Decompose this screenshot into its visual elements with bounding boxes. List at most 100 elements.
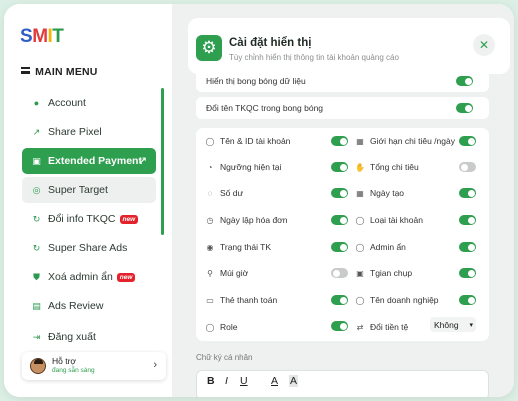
- toggle-role[interactable]: [331, 321, 348, 331]
- new-badge: new: [119, 214, 139, 224]
- toggle-timezone[interactable]: [331, 268, 348, 278]
- user-icon: ◯: [205, 136, 215, 146]
- toggle-hidden-admin[interactable]: [459, 242, 476, 252]
- toggle-total-spend[interactable]: [459, 162, 476, 172]
- toggle-current-threshold[interactable]: [331, 162, 348, 172]
- field-current-threshold: ◔ Ngưỡng hiện tại: [205, 160, 282, 174]
- toggle-billing-date[interactable]: [331, 215, 348, 225]
- toggle-payment-card[interactable]: [331, 295, 348, 305]
- close-icon: ✕: [478, 38, 490, 52]
- field-hidden-admin: ◯ Admin ẩn: [355, 242, 406, 252]
- field-balance: ◌ Số dư: [205, 186, 244, 200]
- status-icon: ◉: [206, 242, 214, 252]
- refresh-icon: ↻: [32, 213, 41, 224]
- field-currency-change: ⇄ Đổi tiền tệ: [356, 322, 409, 332]
- smit-logo[interactable]: SMIT: [20, 26, 64, 48]
- field-total-spend: ✋ Tổng chi tiêu: [355, 162, 419, 172]
- bold-button[interactable]: B: [207, 375, 215, 387]
- sidebar: SMIT MAIN MENU ● Account ↗ Share Pixel ▣…: [4, 4, 172, 397]
- signature-editor[interactable]: B I U A A: [196, 370, 489, 397]
- gauge-icon: ◔: [207, 162, 213, 172]
- toggle-row-rename-in-bubble: Đổi tên TKQC trong bong bóng: [196, 97, 489, 119]
- toggle-switch[interactable]: [456, 76, 473, 86]
- menu-icon: [21, 67, 30, 74]
- toggle-capture-time[interactable]: [459, 268, 476, 278]
- new-badge: new: [116, 272, 136, 282]
- close-button[interactable]: ✕: [473, 34, 495, 56]
- italic-button[interactable]: I: [225, 375, 228, 387]
- arrow-up-right-icon: ↗: [138, 155, 147, 167]
- sidebar-item-super-share-ads[interactable]: ↻ Super Share Ads: [22, 235, 156, 261]
- field-created-date: ▦ Ngày tạo: [356, 188, 405, 198]
- sidebar-item-xoa-admin-an[interactable]: ⛊ Xoá admin ẩn new: [22, 264, 156, 290]
- chevron-right-icon: ›: [153, 359, 157, 371]
- currency-select[interactable]: Không ▾: [430, 317, 476, 332]
- calendar-icon: ▦: [356, 188, 364, 198]
- page-subtitle: Tùy chỉnh hiển thị thông tin tài khoản q…: [229, 53, 399, 62]
- calendar-icon: ▦: [356, 136, 364, 146]
- gear-icon: ⚙: [196, 35, 222, 61]
- sidebar-item-extended-payment[interactable]: ▣ Extended Payment ↗: [22, 148, 156, 174]
- sidebar-item-account[interactable]: ● Account: [22, 90, 156, 116]
- field-business-name: ◯ Tên doanh nghiệp: [355, 295, 439, 305]
- field-account-type: ◯ Loại tài khoản: [355, 215, 423, 225]
- chevron-down-icon: ▾: [469, 321, 473, 329]
- wallet-icon: ▣: [32, 155, 41, 166]
- signature-label: Chữ ký cá nhân: [196, 353, 253, 362]
- field-account-name-id: ◯ Tên & ID tài khoản: [205, 136, 291, 146]
- currency-icon: ⇄: [356, 322, 364, 332]
- field-timezone: ⚲ Múi giờ: [205, 266, 248, 280]
- clock-icon: ◷: [206, 215, 214, 225]
- business-icon: ◯: [355, 295, 365, 305]
- app-window: SMIT MAIN MENU ● Account ↗ Share Pixel ▣…: [4, 4, 514, 397]
- toggle-daily-spend-limit[interactable]: [459, 136, 476, 146]
- display-settings-panel: ⚙ Cài đặt hiển thị Tùy chỉnh hiển thị th…: [172, 4, 514, 397]
- user-hidden-icon: ◯: [355, 242, 365, 252]
- page-title: Cài đặt hiển thị: [229, 37, 312, 49]
- field-role: ◯ Role: [205, 322, 238, 332]
- background-color-button[interactable]: A: [289, 375, 299, 387]
- toggle-row-show-bubble: Hiển thị bong bóng dữ liệu: [196, 70, 489, 92]
- toggle-created-date[interactable]: [459, 188, 476, 198]
- support-button[interactable]: Hỗ trợ đang sẵn sàng ›: [22, 352, 166, 380]
- menu-title: MAIN MENU: [21, 66, 98, 78]
- card-icon: ▭: [206, 295, 214, 305]
- support-title: Hỗ trợ: [52, 356, 76, 366]
- user-icon: ◯: [205, 322, 215, 332]
- toggle-account-status[interactable]: [331, 242, 348, 252]
- sidebar-item-dang-xuat[interactable]: ⇥ Đăng xuất: [22, 324, 156, 350]
- account-type-icon: ◯: [355, 215, 365, 225]
- sidebar-item-ads-review[interactable]: ▤ Ads Review: [22, 293, 156, 319]
- field-daily-spend-limit: ▦ Giới hạn chi tiêu /ngày: [356, 136, 455, 146]
- user-icon: ●: [33, 98, 40, 108]
- coins-icon: ◌: [207, 188, 213, 198]
- target-icon: ◎: [32, 184, 41, 195]
- toggle-balance[interactable]: [331, 188, 348, 198]
- panel-header: ⚙ Cài đặt hiển thị Tùy chỉnh hiển thị th…: [188, 18, 510, 74]
- toggle-account-type[interactable]: [459, 215, 476, 225]
- hand-coins-icon: ✋: [355, 162, 365, 172]
- field-toggle-grid: ◯ Tên & ID tài khoản ◔ Ngưỡng hiện tại ◌ Số…: [196, 128, 489, 341]
- toggle-business-name[interactable]: [459, 295, 476, 305]
- support-status: đang sẵn sàng: [52, 367, 95, 374]
- share-icon: ↗: [32, 126, 41, 137]
- sidebar-scrollbar[interactable]: [161, 88, 164, 235]
- sidebar-item-super-target[interactable]: ◎ Super Target: [22, 177, 156, 203]
- logout-icon: ⇥: [32, 331, 41, 342]
- underline-button[interactable]: U: [240, 375, 248, 387]
- refresh-icon: ↻: [32, 242, 41, 253]
- toggle-switch[interactable]: [456, 103, 473, 113]
- field-capture-time: ▣ Tgian chụp: [356, 268, 413, 278]
- location-icon: ⚲: [207, 268, 213, 278]
- camera-icon: ▣: [356, 268, 364, 278]
- field-payment-card: ▭ Thẻ thanh toán: [206, 295, 278, 305]
- avatar: [30, 358, 46, 374]
- field-account-status: ◉ Trạng thái TK: [206, 242, 272, 252]
- toggle-account-name-id[interactable]: [331, 136, 348, 146]
- field-billing-date: ◷ Ngày lập hóa đơn: [206, 215, 288, 225]
- sidebar-item-doi-info-tkqc[interactable]: ↻ Đổi info TKQC new: [22, 206, 156, 232]
- shield-icon: ⛊: [33, 271, 40, 282]
- sidebar-item-share-pixel[interactable]: ↗ Share Pixel: [22, 119, 156, 145]
- text-color-button[interactable]: A: [271, 375, 278, 387]
- ad-icon: ▤: [32, 300, 41, 311]
